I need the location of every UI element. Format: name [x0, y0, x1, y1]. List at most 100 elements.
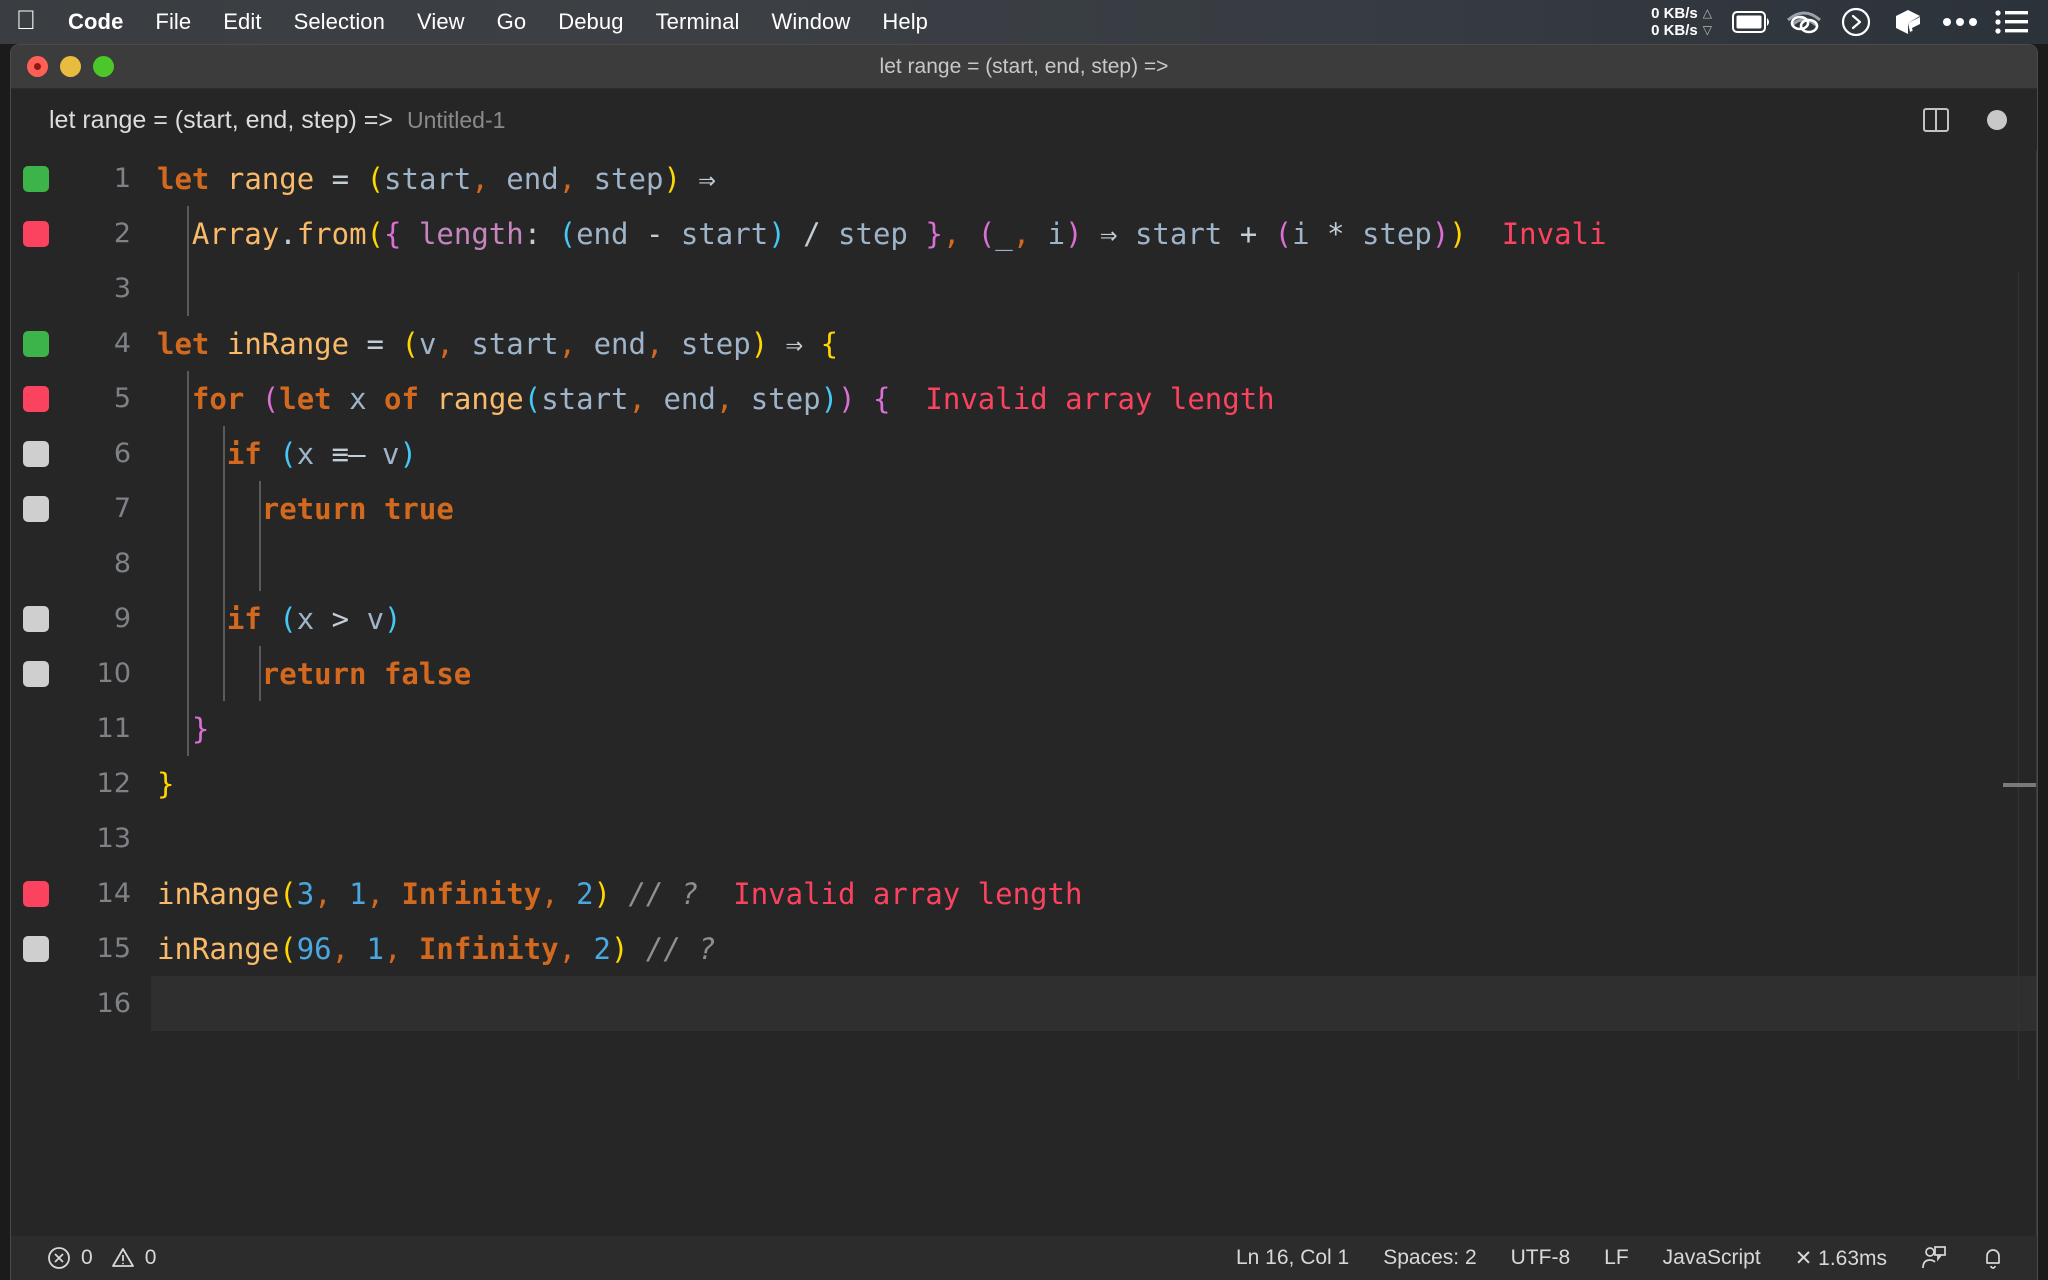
code-text[interactable]: }	[151, 756, 2038, 811]
code-text[interactable]: inRange(96, 1, Infinity, 2) // ?	[151, 921, 2038, 976]
indent-guide	[187, 426, 189, 481]
inline-error-line5: Invalid array length	[925, 382, 1274, 416]
code-text[interactable]: inRange(3, 1, Infinity, 2) // ? Invalid …	[151, 866, 2038, 921]
gutter-marker[interactable]	[11, 331, 61, 357]
network-speed-indicator[interactable]: 0 KB/s 0 KB/s △ ▽	[1651, 5, 1712, 39]
gutter-marker[interactable]	[11, 881, 61, 907]
line-number: 1	[61, 163, 151, 194]
eol-setting[interactable]: LF	[1604, 1246, 1629, 1270]
breakpoint-grey-icon[interactable]	[23, 441, 49, 467]
indent-guide	[223, 426, 225, 481]
editor-breadcrumb-bar: let range = (start, end, step) => Untitl…	[11, 89, 2037, 151]
dropbox-icon[interactable]	[1882, 0, 1934, 44]
list-menu-icon[interactable]	[1986, 0, 2038, 44]
notification-bell-icon[interactable]	[1981, 1245, 2005, 1271]
line-number: 8	[61, 548, 151, 579]
zoom-button[interactable]	[93, 56, 114, 77]
menu-item-edit[interactable]: Edit	[207, 9, 277, 35]
cursor-position[interactable]: Ln 16, Col 1	[1236, 1246, 1349, 1270]
code-text[interactable]: let range = (start, end, step) ⇒	[151, 151, 2038, 206]
gutter-marker[interactable]	[11, 386, 61, 412]
editor-line: 11 }	[11, 701, 2038, 756]
indent-guide	[223, 646, 225, 701]
breakpoint-green-icon[interactable]	[23, 166, 49, 192]
upload-speed: 0 KB/s	[1651, 5, 1698, 22]
breakpoint-red-icon[interactable]	[23, 881, 49, 907]
menu-item-help[interactable]: Help	[866, 9, 944, 35]
indent-guide	[187, 206, 189, 261]
breadcrumb-file[interactable]: Untitled-1	[407, 107, 505, 134]
breakpoint-grey-icon[interactable]	[23, 606, 49, 632]
minimize-button[interactable]	[60, 56, 81, 77]
gutter-marker[interactable]	[11, 221, 61, 247]
breakpoint-red-icon[interactable]	[23, 386, 49, 412]
split-editor-icon[interactable]	[1923, 108, 1949, 132]
menu-item-go[interactable]: Go	[481, 9, 543, 35]
line-number: 7	[61, 493, 151, 524]
gutter-marker[interactable]	[11, 606, 61, 632]
gutter-marker[interactable]	[11, 661, 61, 687]
line-number: 10	[61, 658, 151, 689]
ellipsis-icon[interactable]	[1934, 0, 1986, 44]
menu-item-view[interactable]: View	[401, 9, 481, 35]
download-speed: 0 KB/s	[1651, 22, 1698, 39]
status-bar-problems[interactable]: 0 0	[47, 1246, 156, 1270]
gutter-marker[interactable]	[11, 496, 61, 522]
menu-item-window[interactable]: Window	[756, 9, 867, 35]
code-text[interactable]: }	[151, 701, 2038, 756]
code-text[interactable]	[151, 976, 2038, 1031]
code-text[interactable]	[151, 811, 2038, 866]
indent-guide	[223, 481, 225, 536]
horizontal-scrollbar[interactable]	[2003, 783, 2037, 787]
encoding-setting[interactable]: UTF-8	[1511, 1246, 1571, 1270]
editor-line: 1 let range = (start, end, step) ⇒	[11, 151, 2038, 206]
indent-guide	[223, 536, 225, 591]
indent-guide	[259, 481, 261, 536]
wifi-eye-icon[interactable]	[1778, 0, 1830, 44]
breakpoint-grey-icon[interactable]	[23, 661, 49, 687]
breakpoint-grey-icon[interactable]	[23, 936, 49, 962]
menu-item-code[interactable]: Code	[52, 9, 139, 35]
close-button[interactable]	[27, 56, 48, 77]
gutter-marker[interactable]	[11, 936, 61, 962]
clock-icon[interactable]	[1830, 0, 1882, 44]
menu-item-file[interactable]: File	[139, 9, 207, 35]
line-number: 15	[61, 933, 151, 964]
code-text[interactable]: return false	[151, 646, 2038, 701]
code-text[interactable]: Array.from({ length: (end - start) / ste…	[151, 206, 2038, 261]
menu-item-debug[interactable]: Debug	[542, 9, 639, 35]
menu-item-terminal[interactable]: Terminal	[640, 9, 756, 35]
code-text[interactable]: for (let x of range(start, end, step)) {…	[151, 371, 2038, 426]
runtime-duration[interactable]: ✕ 1.63ms	[1795, 1246, 1887, 1271]
editor-line: 7 return true	[11, 481, 2038, 536]
indent-guide	[187, 371, 189, 426]
indentation-setting[interactable]: Spaces: 2	[1383, 1246, 1476, 1270]
code-text[interactable]: return true	[151, 481, 2038, 536]
indent-guide	[187, 701, 189, 756]
editor-line: 14 inRange(3, 1, Infinity, 2) // ? Inval…	[11, 866, 2038, 921]
gutter-marker[interactable]	[11, 166, 61, 192]
menu-item-selection[interactable]: Selection	[278, 9, 401, 35]
code-text[interactable]: let inRange = (v, start, end, step) ⇒ {	[151, 316, 2038, 371]
editor-line: 2 Array.from({ length: (end - start) / s…	[11, 206, 2038, 261]
code-editor[interactable]: 1 let range = (start, end, step) ⇒ 2 Arr…	[11, 151, 2038, 1239]
editor-line: 6 if (x ≡― v)	[11, 426, 2038, 481]
language-mode[interactable]: JavaScript	[1663, 1246, 1761, 1270]
overview-ruler[interactable]	[2036, 151, 2037, 1236]
download-arrow-icon: ▽	[1703, 22, 1712, 39]
breakpoint-grey-icon[interactable]	[23, 496, 49, 522]
battery-icon[interactable]	[1726, 0, 1778, 44]
code-text[interactable]	[151, 261, 2038, 316]
code-text[interactable]: if (x ≡― v)	[151, 426, 2038, 481]
editor-line: 13	[11, 811, 2038, 866]
unsaved-dot-icon[interactable]	[1987, 110, 2007, 130]
code-text[interactable]	[151, 536, 2038, 591]
feedback-person-icon[interactable]	[1921, 1245, 1947, 1271]
apple-logo-icon[interactable]: 	[0, 7, 52, 38]
breakpoint-green-icon[interactable]	[23, 331, 49, 357]
breadcrumb-symbol[interactable]: let range = (start, end, step) =>	[49, 106, 393, 135]
gutter-marker[interactable]	[11, 441, 61, 467]
breakpoint-red-icon[interactable]	[23, 221, 49, 247]
window-title: let range = (start, end, step) =>	[11, 55, 2037, 79]
code-text[interactable]: if (x > v)	[151, 591, 2038, 646]
